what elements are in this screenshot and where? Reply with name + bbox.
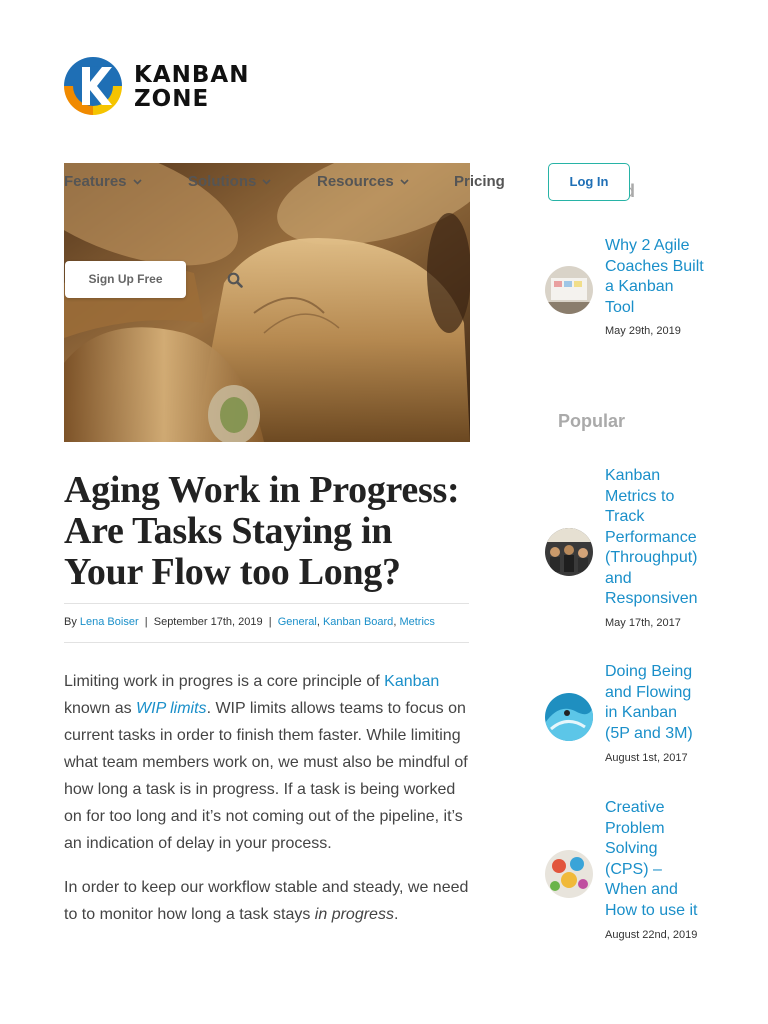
nav-resources[interactable]: Resources [317,173,409,190]
publish-date: September 17th, 2019 [153,616,263,628]
popular-post: Doing Being and Flowing in Kanban (5P an… [545,662,768,772]
sidebar-popular-heading: Popular [558,411,626,431]
hero-image [64,163,470,442]
popular-post-link[interactable]: Kanban Metrics to Track Performance (Thr… [605,466,705,608]
popular-post-link[interactable]: Creative Problem Solving (CPS) – When an… [605,798,705,921]
wip-limits-link-text: WIP limits [136,700,207,717]
logo-wordmark: KANBAN ZONE [134,63,249,111]
meta-separator: | [141,616,151,628]
category-link-kanban-board[interactable]: Kanban Board [323,616,393,628]
nav-features[interactable]: Features [64,173,142,190]
kanban-zone-logo-icon [64,57,122,115]
nav-solutions[interactable]: Solutions [188,173,271,190]
popular-post-date: August 1st, 2017 [605,752,688,764]
meta-by: By [64,616,77,628]
sidebar-recent-post: Why 2 Agile Coaches Built a Kanban Tool … [545,236,768,346]
recent-post-link[interactable]: Why 2 Agile Coaches Built a Kanban Tool [605,236,705,318]
article-paragraph: In order to keep our workflow stable and… [64,874,474,928]
logo-wordmark-line1: KANBAN [134,62,250,88]
popular-post: Creative Problem Solving (CPS) – When an… [545,798,768,948]
wip-limits-link[interactable]: WIP limits [136,700,207,717]
kanban-zone-logo[interactable]: KANBAN ZONE [64,57,294,117]
chevron-down-icon [262,179,271,185]
paragraph-text: known as [64,700,137,717]
paragraph-text: Limiting work in progres is a core princ… [64,673,385,690]
category-link-metrics[interactable]: Metrics [399,616,434,628]
login-button[interactable]: Log In [548,163,630,201]
paragraph-text: In order to keep our workflow stable and… [64,879,469,923]
chevron-down-icon [400,179,409,185]
popular-post-link[interactable]: Doing Being and Flowing in Kanban (5P an… [605,662,705,744]
nav-pricing[interactable]: Pricing [454,173,505,190]
article-body: Limiting work in progres is a core princ… [64,668,474,945]
post-thumbnail[interactable] [545,850,593,898]
post-thumbnail[interactable] [545,266,593,314]
recent-post-date: May 29th, 2019 [605,325,681,337]
paragraph-text: . [393,906,399,923]
post-thumbnail[interactable] [545,528,593,576]
popular-post-date: August 22nd, 2019 [605,929,698,941]
search-icon[interactable] [227,272,243,288]
category-link-general[interactable]: General [278,616,317,628]
nav-pricing-label: Pricing [454,173,505,190]
signup-button[interactable]: Sign Up Free [65,261,186,298]
popular-post: Kanban Metrics to Track Performance (Thr… [545,466,768,636]
paragraph-emphasis: in progress [314,906,394,923]
nav-features-label: Features [64,173,127,190]
paragraph-text: . WIP limits allows teams to focus on cu… [64,700,468,852]
article-title: Aging Work in Progress: Are Tasks Stayin… [64,469,460,593]
meta-separator: | [265,616,275,628]
nav-resources-label: Resources [317,173,394,190]
article-meta: By Lena Boiser | September 17th, 2019 | … [64,603,469,643]
popular-post-date: May 17th, 2017 [605,617,681,629]
article-paragraph: Limiting work in progres is a core princ… [64,668,474,857]
logo-wordmark-line2: ZONE [134,86,210,112]
post-thumbnail[interactable] [545,693,593,741]
kanban-link[interactable]: Kanban [384,673,439,690]
chevron-down-icon [132,179,142,185]
nav-solutions-label: Solutions [188,173,257,190]
author-link[interactable]: Lena Boiser [80,616,139,628]
